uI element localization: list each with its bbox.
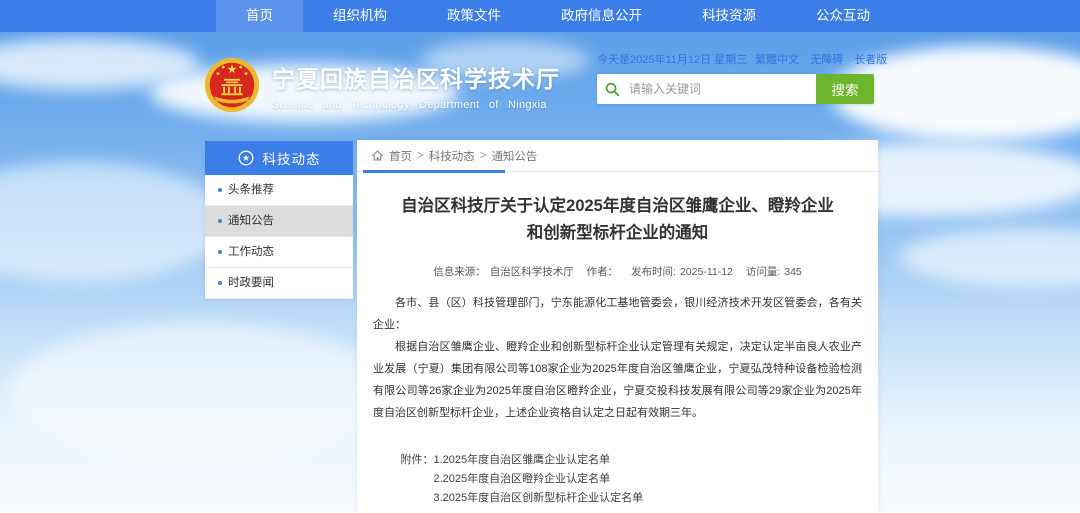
sidebar-item-work-updates[interactable]: 工作动态 bbox=[205, 237, 353, 268]
quick-links: 繁體中文 无障碍 长者版 bbox=[747, 51, 887, 67]
link-traditional-chinese[interactable]: 繁體中文 bbox=[755, 54, 799, 66]
sidebar-item-label: 通知公告 bbox=[228, 215, 274, 227]
meta-source-value: 自治区科学技术厅 bbox=[490, 266, 574, 278]
search-icon bbox=[597, 82, 627, 97]
national-emblem-icon bbox=[204, 57, 260, 113]
cloud bbox=[0, 162, 230, 282]
cloud bbox=[900, 227, 1080, 287]
attachments-block: 附件： 1.2025年度自治区雏鹰企业认定名单 2.2025年度自治区瞪羚企业认… bbox=[373, 451, 862, 508]
nav-item-policy-documents[interactable]: 政策文件 bbox=[417, 0, 531, 32]
sidebar-item-notices-announcements[interactable]: 通知公告 bbox=[205, 206, 353, 237]
nav-item-home[interactable]: 首页 bbox=[216, 0, 303, 32]
nav-item-public-interaction[interactable]: 公众互动 bbox=[786, 0, 900, 32]
attachment-item[interactable]: 1.2025年度自治区雏鹰企业认定名单 bbox=[434, 451, 644, 470]
sidebar-item-current-politics-news[interactable]: 时政要闻 bbox=[205, 268, 353, 299]
bullet-dot-icon bbox=[218, 188, 222, 192]
star-circle-icon bbox=[238, 150, 254, 166]
article-paragraph: 根据自治区雏鹰企业、瞪羚企业和创新型标杆企业认定管理有关规定，决定认定半亩良人农… bbox=[373, 336, 862, 424]
link-senior-version[interactable]: 长者版 bbox=[854, 54, 887, 66]
sidebar-item-label: 时政要闻 bbox=[228, 277, 274, 289]
breadcrumb-scitech-news[interactable]: 科技动态 bbox=[429, 148, 475, 164]
bullet-dot-icon bbox=[218, 281, 222, 285]
current-date-text: 今天是2025年11月12日 星期三 bbox=[597, 51, 747, 67]
article-title: 自治区科技厅关于认定2025年度自治区雏鹰企业、瞪羚企业和创新型标杆企业的通知 bbox=[398, 193, 838, 247]
cloud bbox=[10, 322, 390, 462]
meta-visits-value: 345 bbox=[784, 266, 802, 278]
attachments-list: 1.2025年度自治区雏鹰企业认定名单 2.2025年度自治区瞪羚企业认定名单 … bbox=[434, 451, 644, 508]
main-content-panel: 首页 > 科技动态 > 通知公告 自治区科技厅关于认定2025年度自治区雏鹰企业… bbox=[357, 140, 878, 513]
site-subtitle: Science and Technology Department of Nin… bbox=[272, 99, 560, 111]
site-logo: 宁夏回族自治区科学技术厅 Science and Technology Depa… bbox=[204, 57, 560, 113]
nav-item-scitech-resources[interactable]: 科技资源 bbox=[672, 0, 786, 32]
meta-publish-label: 发布时间: bbox=[631, 266, 676, 278]
sidebar-item-headline-recommendations[interactable]: 头条推荐 bbox=[205, 175, 353, 206]
meta-publish-date: 2025-11-12 bbox=[680, 266, 733, 278]
home-icon bbox=[371, 149, 384, 162]
site-title: 宁夏回族自治区科学技术厅 bbox=[272, 60, 560, 94]
meta-visits-label: 访问量: bbox=[746, 266, 780, 278]
sidebar-header: 科技动态 bbox=[205, 141, 353, 175]
attachment-item[interactable]: 3.2025年度自治区创新型标杆企业认定名单 bbox=[434, 489, 644, 508]
sidebar-item-label: 工作动态 bbox=[228, 246, 274, 258]
meta-source-label: 信息来源： bbox=[433, 266, 486, 278]
bullet-dot-icon bbox=[218, 219, 222, 223]
breadcrumb: 首页 > 科技动态 > 通知公告 bbox=[357, 140, 878, 172]
breadcrumb-separator: > bbox=[480, 150, 487, 162]
article-paragraph: 各市、县（区）科技管理部门，宁东能源化工基地管委会，银川经济技术开发区管委会，各… bbox=[373, 292, 862, 336]
breadcrumb-notices[interactable]: 通知公告 bbox=[491, 148, 537, 164]
attachment-item[interactable]: 2.2025年度自治区瞪羚企业认定名单 bbox=[434, 470, 644, 489]
sidebar-title: 科技动态 bbox=[263, 148, 321, 168]
article-body: 各市、县（区）科技管理部门，宁东能源化工基地管委会，银川经济技术开发区管委会，各… bbox=[373, 292, 862, 424]
bullet-dot-icon bbox=[218, 250, 222, 254]
search-button[interactable]: 搜索 bbox=[816, 74, 874, 104]
top-navigation: 首页 组织机构 政策文件 政府信息公开 科技资源 公众互动 bbox=[0, 0, 1080, 32]
meta-author-label: 作者： bbox=[587, 266, 619, 278]
header-utilities: 今天是2025年11月12日 星期三 繁體中文 无障碍 长者版 搜索 bbox=[597, 51, 874, 104]
nav-item-gov-info-disclosure[interactable]: 政府信息公开 bbox=[531, 0, 672, 32]
article-meta: 信息来源： 自治区科学技术厅 作者： 发布时间: 2025-11-12 访问量: 34… bbox=[373, 264, 862, 279]
search-bar: 搜索 bbox=[597, 74, 874, 104]
search-input[interactable] bbox=[627, 75, 816, 103]
sidebar-scitech-news: 科技动态 头条推荐 通知公告 工作动态 时政要闻 bbox=[205, 141, 353, 299]
article: 自治区科技厅关于认定2025年度自治区雏鹰企业、瞪羚企业和创新型标杆企业的通知 … bbox=[357, 193, 878, 508]
sidebar-item-label: 头条推荐 bbox=[228, 184, 274, 196]
link-accessibility[interactable]: 无障碍 bbox=[810, 54, 843, 66]
nav-item-organization[interactable]: 组织机构 bbox=[303, 0, 417, 32]
breadcrumb-home[interactable]: 首页 bbox=[389, 148, 412, 164]
breadcrumb-separator: > bbox=[417, 150, 424, 162]
attachments-label: 附件： bbox=[401, 451, 434, 508]
